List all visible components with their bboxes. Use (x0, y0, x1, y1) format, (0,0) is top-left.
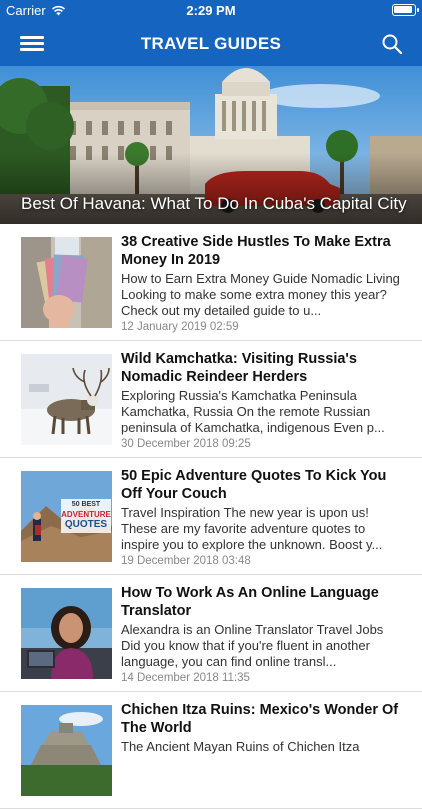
featured-article[interactable]: Best Of Havana: What To Do In Cuba's Cap… (0, 66, 422, 224)
article-date: 30 December 2018 09:25 (121, 438, 251, 450)
article-title: Chichen Itza Ruins: Mexico's Wonder Of T… (121, 702, 399, 736)
clock: 2:29 PM (186, 3, 236, 18)
article-title: How To Work As An Online Language Transl… (121, 585, 379, 619)
battery-indicator (392, 4, 419, 16)
article-date: 19 December 2018 03:48 (121, 555, 251, 567)
article-excerpt: Travel Inspiration The new year is upon … (121, 505, 383, 552)
article-excerpt: Exploring Russia's Kamchatka Peninsula K… (121, 388, 385, 435)
article-thumbnail (21, 705, 112, 796)
article-title: Wild Kamchatka: Visiting Russia's Nomadi… (121, 351, 357, 385)
article-date: 14 December 2018 11:35 (121, 672, 250, 684)
status-bar: Carrier 2:29 PM (0, 0, 422, 22)
article-date: 12 January 2019 02:59 (121, 321, 239, 333)
article-thumbnail (21, 354, 112, 445)
article-item[interactable]: 38 Creative Side Hustles To Make Extra M… (0, 224, 422, 341)
featured-title: Best Of Havana: What To Do In Cuba's Cap… (21, 194, 407, 213)
page-title: TRAVEL GUIDES (140, 34, 282, 53)
article-item[interactable]: Chichen Itza Ruins: Mexico's Wonder Of T… (0, 692, 422, 809)
article-thumbnail (21, 588, 112, 679)
article-item[interactable]: Wild Kamchatka: Visiting Russia's Nomadi… (0, 341, 422, 458)
article-excerpt: How to Earn Extra Money Guide Nomadic Li… (121, 271, 400, 318)
article-excerpt: The Ancient Mayan Ruins of Chichen Itza (121, 739, 360, 754)
article-thumbnail (21, 237, 112, 328)
navigation-bar: TRAVEL GUIDES (0, 22, 422, 66)
article-excerpt: Alexandra is an Online Translator Travel… (121, 622, 384, 669)
article-list: 38 Creative Side Hustles To Make Extra M… (0, 224, 422, 809)
thumbnail-caption: 50 BEST ADVENTURE QUOTES (61, 501, 111, 530)
battery-icon (392, 4, 419, 16)
article-item[interactable]: 50 BEST ADVENTURE QUOTES 50 Epic Adventu… (0, 458, 422, 575)
battery-fill (394, 6, 412, 13)
article-title: 38 Creative Side Hustles To Make Extra M… (121, 234, 391, 268)
article-title: 50 Epic Adventure Quotes To Kick You Off… (121, 468, 387, 502)
article-item[interactable]: How To Work As An Online Language Transl… (0, 575, 422, 692)
article-thumbnail: 50 BEST ADVENTURE QUOTES (21, 471, 112, 562)
search-icon[interactable] (380, 32, 404, 56)
